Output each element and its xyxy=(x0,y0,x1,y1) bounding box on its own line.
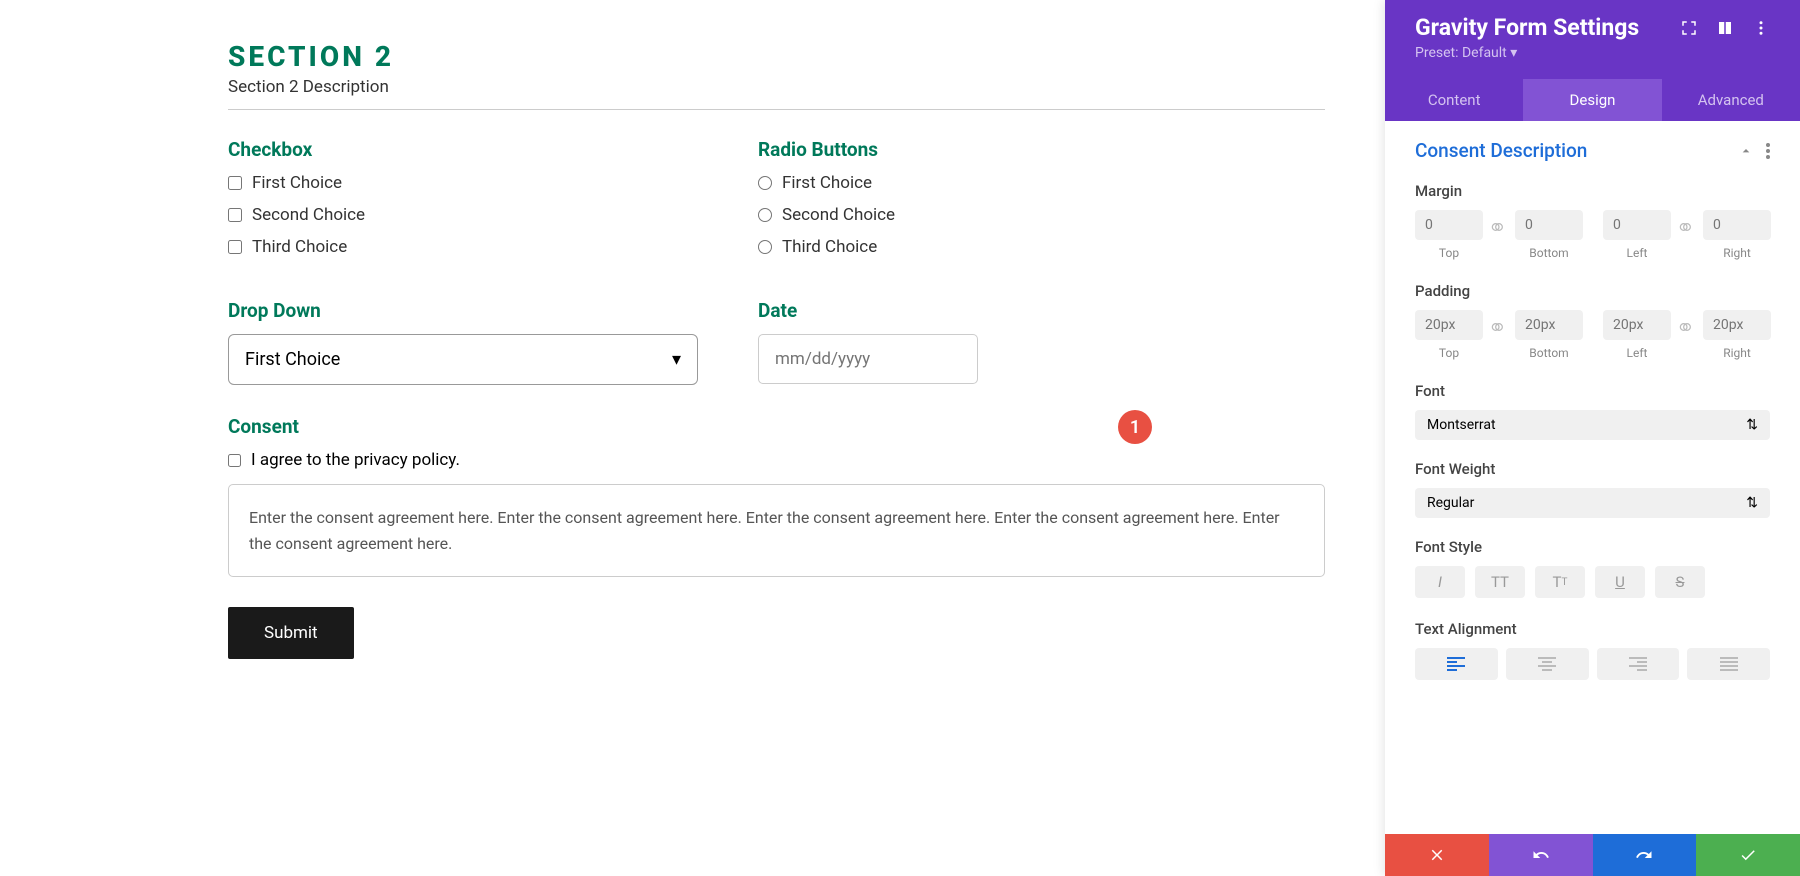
smallcaps-button[interactable]: TT xyxy=(1535,566,1585,598)
radio-label: Radio Buttons xyxy=(758,138,1325,161)
checkbox-choice[interactable]: Third Choice xyxy=(228,237,698,257)
align-justify-button[interactable] xyxy=(1687,648,1770,680)
font-select[interactable]: Montserrat ⇅ xyxy=(1415,410,1770,440)
section-header[interactable]: Consent Description xyxy=(1415,139,1770,162)
uppercase-button[interactable]: TT xyxy=(1475,566,1525,598)
checkbox-choice[interactable]: Second Choice xyxy=(228,205,698,225)
align-left-button[interactable] xyxy=(1415,648,1498,680)
margin-right-input[interactable] xyxy=(1703,210,1771,240)
link-icon[interactable] xyxy=(1489,319,1509,333)
font-weight-select[interactable]: Regular ⇅ xyxy=(1415,488,1770,518)
padding-label: Padding xyxy=(1415,282,1770,300)
checkbox-label: Checkbox xyxy=(228,138,698,161)
radio-input[interactable] xyxy=(758,176,772,190)
font-style-label: Font Style xyxy=(1415,538,1770,556)
consent-agreement-text: Enter the consent agreement here. Enter … xyxy=(228,484,1325,577)
radio-choice[interactable]: Second Choice xyxy=(758,205,1325,225)
panel-title: Gravity Form Settings xyxy=(1415,14,1639,41)
link-icon[interactable] xyxy=(1489,219,1509,233)
strikethrough-button[interactable]: S xyxy=(1655,566,1705,598)
consent-field: Consent I agree to the privacy policy. E… xyxy=(228,415,1325,577)
section-description: Section 2 Description xyxy=(228,77,1325,110)
checkbox-input[interactable] xyxy=(228,176,242,190)
checkbox-field: Checkbox First Choice Second Choice Thir… xyxy=(228,138,698,269)
text-alignment-label: Text Alignment xyxy=(1415,620,1770,638)
consent-label: Consent xyxy=(228,415,1325,438)
preset-selector[interactable]: Preset: Default ▾ xyxy=(1415,45,1770,61)
undo-button[interactable] xyxy=(1489,834,1593,876)
panel-header: Gravity Form Settings Preset: Default ▾ xyxy=(1385,0,1800,79)
more-vertical-icon[interactable] xyxy=(1766,143,1770,159)
redo-button[interactable] xyxy=(1593,834,1697,876)
italic-button[interactable]: I xyxy=(1415,566,1465,598)
dropdown-label: Drop Down xyxy=(228,299,698,322)
panel-body: Consent Description Margin Top Bottom xyxy=(1385,121,1800,834)
margin-top-input[interactable] xyxy=(1415,210,1483,240)
padding-right-input[interactable] xyxy=(1703,310,1771,340)
date-input[interactable] xyxy=(758,334,978,384)
notification-badge[interactable]: 1 xyxy=(1118,410,1152,444)
panel-footer xyxy=(1385,834,1800,876)
link-icon[interactable] xyxy=(1677,319,1697,333)
select-arrows-icon: ⇅ xyxy=(1746,417,1758,433)
settings-panel: Gravity Form Settings Preset: Default ▾ … xyxy=(1385,0,1800,876)
checkbox-input[interactable] xyxy=(228,208,242,222)
submit-button[interactable]: Submit xyxy=(228,607,354,659)
panel-tabs: Content Design Advanced xyxy=(1385,79,1800,121)
section-header-title: Consent Description xyxy=(1415,139,1587,162)
radio-field: Radio Buttons First Choice Second Choice… xyxy=(758,138,1325,269)
section-title: SECTION 2 xyxy=(228,40,1325,73)
radio-input[interactable] xyxy=(758,240,772,254)
margin-left-input[interactable] xyxy=(1603,210,1671,240)
font-style-buttons: I TT TT U S xyxy=(1415,566,1770,598)
underline-button[interactable]: U xyxy=(1595,566,1645,598)
radio-choice[interactable]: First Choice xyxy=(758,173,1325,193)
tab-design[interactable]: Design xyxy=(1523,79,1661,121)
radio-input[interactable] xyxy=(758,208,772,222)
dropdown-field: Drop Down First Choice ▾ xyxy=(228,299,698,385)
save-button[interactable] xyxy=(1696,834,1800,876)
align-center-button[interactable] xyxy=(1506,648,1589,680)
alignment-buttons xyxy=(1415,648,1770,680)
chevron-up-icon[interactable] xyxy=(1738,143,1754,159)
radio-choice[interactable]: Third Choice xyxy=(758,237,1325,257)
padding-left-input[interactable] xyxy=(1603,310,1671,340)
tab-advanced[interactable]: Advanced xyxy=(1662,79,1800,121)
expand-icon[interactable] xyxy=(1680,19,1698,37)
padding-top-input[interactable] xyxy=(1415,310,1483,340)
columns-icon[interactable] xyxy=(1716,19,1734,37)
align-right-button[interactable] xyxy=(1597,648,1680,680)
consent-checkbox[interactable] xyxy=(228,454,241,467)
select-arrows-icon: ⇅ xyxy=(1746,495,1758,511)
tab-content[interactable]: Content xyxy=(1385,79,1523,121)
margin-bottom-input[interactable] xyxy=(1515,210,1583,240)
padding-bottom-input[interactable] xyxy=(1515,310,1583,340)
date-field: Date xyxy=(758,299,1325,385)
close-button[interactable] xyxy=(1385,834,1489,876)
margin-inputs: Top Bottom Left Right xyxy=(1415,210,1770,260)
consent-checkbox-row[interactable]: I agree to the privacy policy. xyxy=(228,450,1325,470)
dropdown-select[interactable]: First Choice ▾ xyxy=(228,334,698,385)
font-label: Font xyxy=(1415,382,1770,400)
padding-inputs: Top Bottom Left Right xyxy=(1415,310,1770,360)
checkbox-choice[interactable]: First Choice xyxy=(228,173,698,193)
chevron-down-icon: ▾ xyxy=(672,349,681,370)
font-weight-label: Font Weight xyxy=(1415,460,1770,478)
form-canvas: SECTION 2 Section 2 Description Checkbox… xyxy=(0,0,1385,876)
date-label: Date xyxy=(758,299,1325,322)
more-icon[interactable] xyxy=(1752,19,1770,37)
margin-label: Margin xyxy=(1415,182,1770,200)
link-icon[interactable] xyxy=(1677,219,1697,233)
checkbox-input[interactable] xyxy=(228,240,242,254)
